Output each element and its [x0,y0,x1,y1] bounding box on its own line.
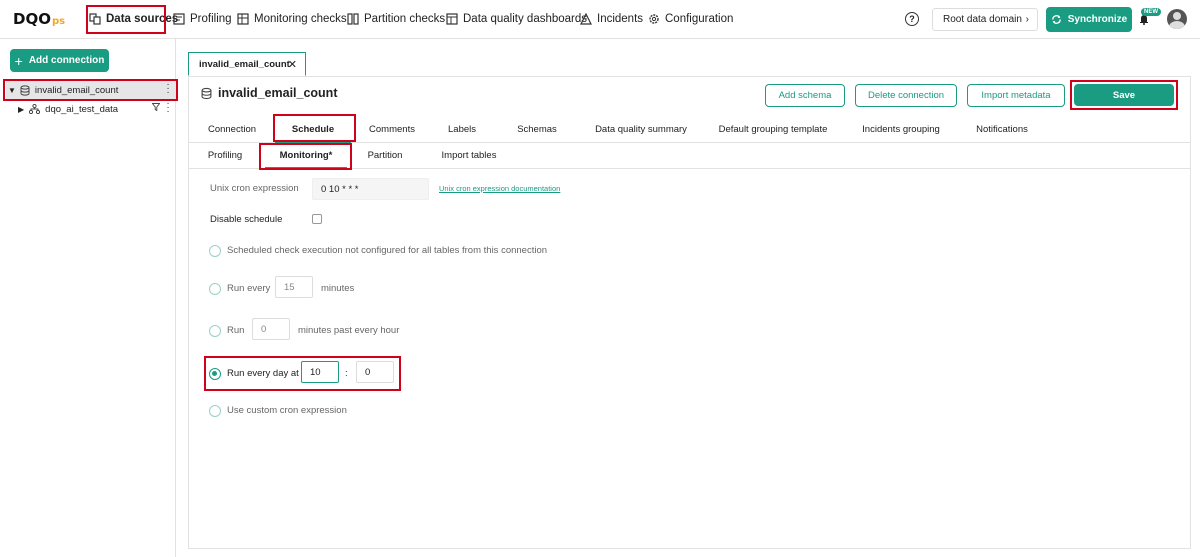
caret-right-icon[interactable]: ▶ [18,105,24,114]
tab-schedule[interactable]: Schedule [275,116,351,143]
option-run-every-label: Run every [227,283,271,294]
add-connection-label: Add connection [28,55,105,66]
time-separator: : [345,368,348,379]
daily-minute-input[interactable]: 0 [356,361,394,383]
page-title: invalid_email_count [201,86,337,100]
database-icon [201,87,212,99]
connection-name: invalid_email_count [34,84,119,96]
option-daily-label: Run every day at [227,368,299,379]
help-glyph: ? [909,14,915,24]
chevron-right-icon: › [1025,14,1029,25]
add-connection-button[interactable]: + Add connection [10,49,109,72]
radio-run-every-minutes[interactable] [209,283,221,295]
save-button[interactable]: Save [1074,84,1174,106]
logo-text: DQO [13,10,51,28]
radio-run-every-day[interactable] [209,368,221,380]
radio-run-past-hour[interactable] [209,325,221,337]
import-metadata-button[interactable]: Import metadata [967,84,1065,107]
tab-default-grouping-template[interactable]: Default grouping template [715,116,831,142]
logo-suffix: ps [51,15,66,27]
filter-icon[interactable] [151,103,161,114]
partition-icon [347,13,359,25]
nav-configuration[interactable]: Configuration [648,0,733,38]
schedule-subtabs: Profiling Monitoring* Partition Import t… [189,143,1190,169]
kebab-menu-icon[interactable]: · · · [164,99,172,117]
sync-icon [1051,15,1061,24]
option-custom-label: Use custom cron expression [227,405,347,416]
schema-name: dqo_ai_test_data [45,103,119,115]
plus-icon: + [14,52,23,69]
domain-label: Root data domain [943,14,1022,25]
nav-dashboards[interactable]: Data quality dashboards [446,0,587,38]
main-content: invalid_email_count ✕ invalid_email_coun… [177,39,1200,557]
nav-label: Profiling [190,13,232,25]
close-icon[interactable]: ✕ [288,58,297,71]
tab-schemas[interactable]: Schemas [507,116,567,142]
daily-hour-input[interactable]: 10 [301,361,339,383]
disable-schedule-checkbox[interactable] [312,214,322,224]
tab-labels[interactable]: Labels [437,116,487,142]
run-every-minutes-input[interactable]: 15 [275,276,313,298]
nav-label: Partition checks [364,13,446,25]
top-navigation-bar: DQO ps Data sources Profiling Monitoring … [0,0,1200,39]
open-tab-connection[interactable]: invalid_email_count ✕ [188,52,306,76]
nav-label: Configuration [665,13,734,25]
database-icon [20,84,30,96]
tab-connection[interactable]: Connection [197,116,267,142]
warning-icon [580,13,592,25]
nav-label: Data quality dashboards [463,13,588,25]
data-sources-icon [89,13,101,25]
subtab-partition[interactable]: Partition [359,143,411,168]
tab-comments[interactable]: Comments [361,116,423,142]
connection-tabs: Connection Schedule Comments Labels Sche… [189,116,1190,143]
add-schema-button[interactable]: Add schema [765,84,845,107]
tree-item-schema[interactable]: ▶ dqo_ai_test_data · · · [18,99,176,118]
kebab-menu-icon[interactable]: · · · [164,80,172,98]
nav-label: Incidents [597,13,644,25]
option-run-label: Run [227,325,245,336]
monitoring-icon [237,13,249,25]
tab-incidents-grouping[interactable]: Incidents grouping [853,116,949,142]
dashboards-icon [446,13,458,25]
tree-item-connection[interactable]: ▼ invalid_email_count · · · [6,80,176,99]
sidebar: + Add connection ▼ invalid_email_count ·… [0,39,178,557]
synchronize-button[interactable]: Synchronize [1046,7,1132,32]
tab-notifications[interactable]: Notifications [967,116,1037,142]
subtab-profiling[interactable]: Profiling [199,143,251,168]
subtab-monitoring[interactable]: Monitoring* [265,143,347,169]
nav-partition-checks[interactable]: Partition checks [347,0,445,38]
cron-documentation-link[interactable]: Unix cron expression documentation [439,184,560,193]
delete-connection-button[interactable]: Delete connection [855,84,957,107]
cron-expression-input[interactable]: 0 10 * * * [312,178,429,200]
schema-icon [29,104,41,114]
help-icon[interactable]: ? [905,12,919,26]
gear-icon [649,14,659,24]
minutes-past-hour-label: minutes past every hour [298,325,400,336]
cron-label: Unix cron expression [210,183,299,194]
new-badge: NEW [1141,8,1161,16]
radio-custom-cron[interactable] [209,405,221,417]
nav-label: Monitoring checks [254,13,347,25]
user-avatar[interactable] [1167,9,1187,29]
run-every-unit-label: minutes [321,283,355,294]
tab-data-quality-summary[interactable]: Data quality summary [585,116,697,142]
nav-monitoring-checks[interactable]: Monitoring checks [237,0,347,38]
connection-panel: invalid_email_count Add schema Delete co… [188,76,1191,549]
caret-down-icon[interactable]: ▼ [8,86,16,95]
nav-incidents[interactable]: Incidents [580,0,643,38]
profiling-icon [173,13,185,25]
nav-label: Data sources [106,13,179,25]
nav-data-sources[interactable]: Data sources [89,0,178,38]
option-not-configured-label: Scheduled check execution not configured… [227,245,548,256]
title-text: invalid_email_count [218,86,338,100]
data-domain-selector[interactable]: Root data domain › [932,8,1038,31]
open-tab-label: invalid_email_count [199,58,290,70]
radio-not-configured[interactable] [209,245,221,257]
subtab-import-tables[interactable]: Import tables [433,143,505,168]
minutes-past-hour-input[interactable]: 0 [252,318,290,340]
disable-schedule-label: Disable schedule [210,214,283,225]
sync-label: Synchronize [1067,14,1128,25]
dqops-logo[interactable]: DQO ps [13,10,65,28]
nav-profiling[interactable]: Profiling [173,0,232,38]
